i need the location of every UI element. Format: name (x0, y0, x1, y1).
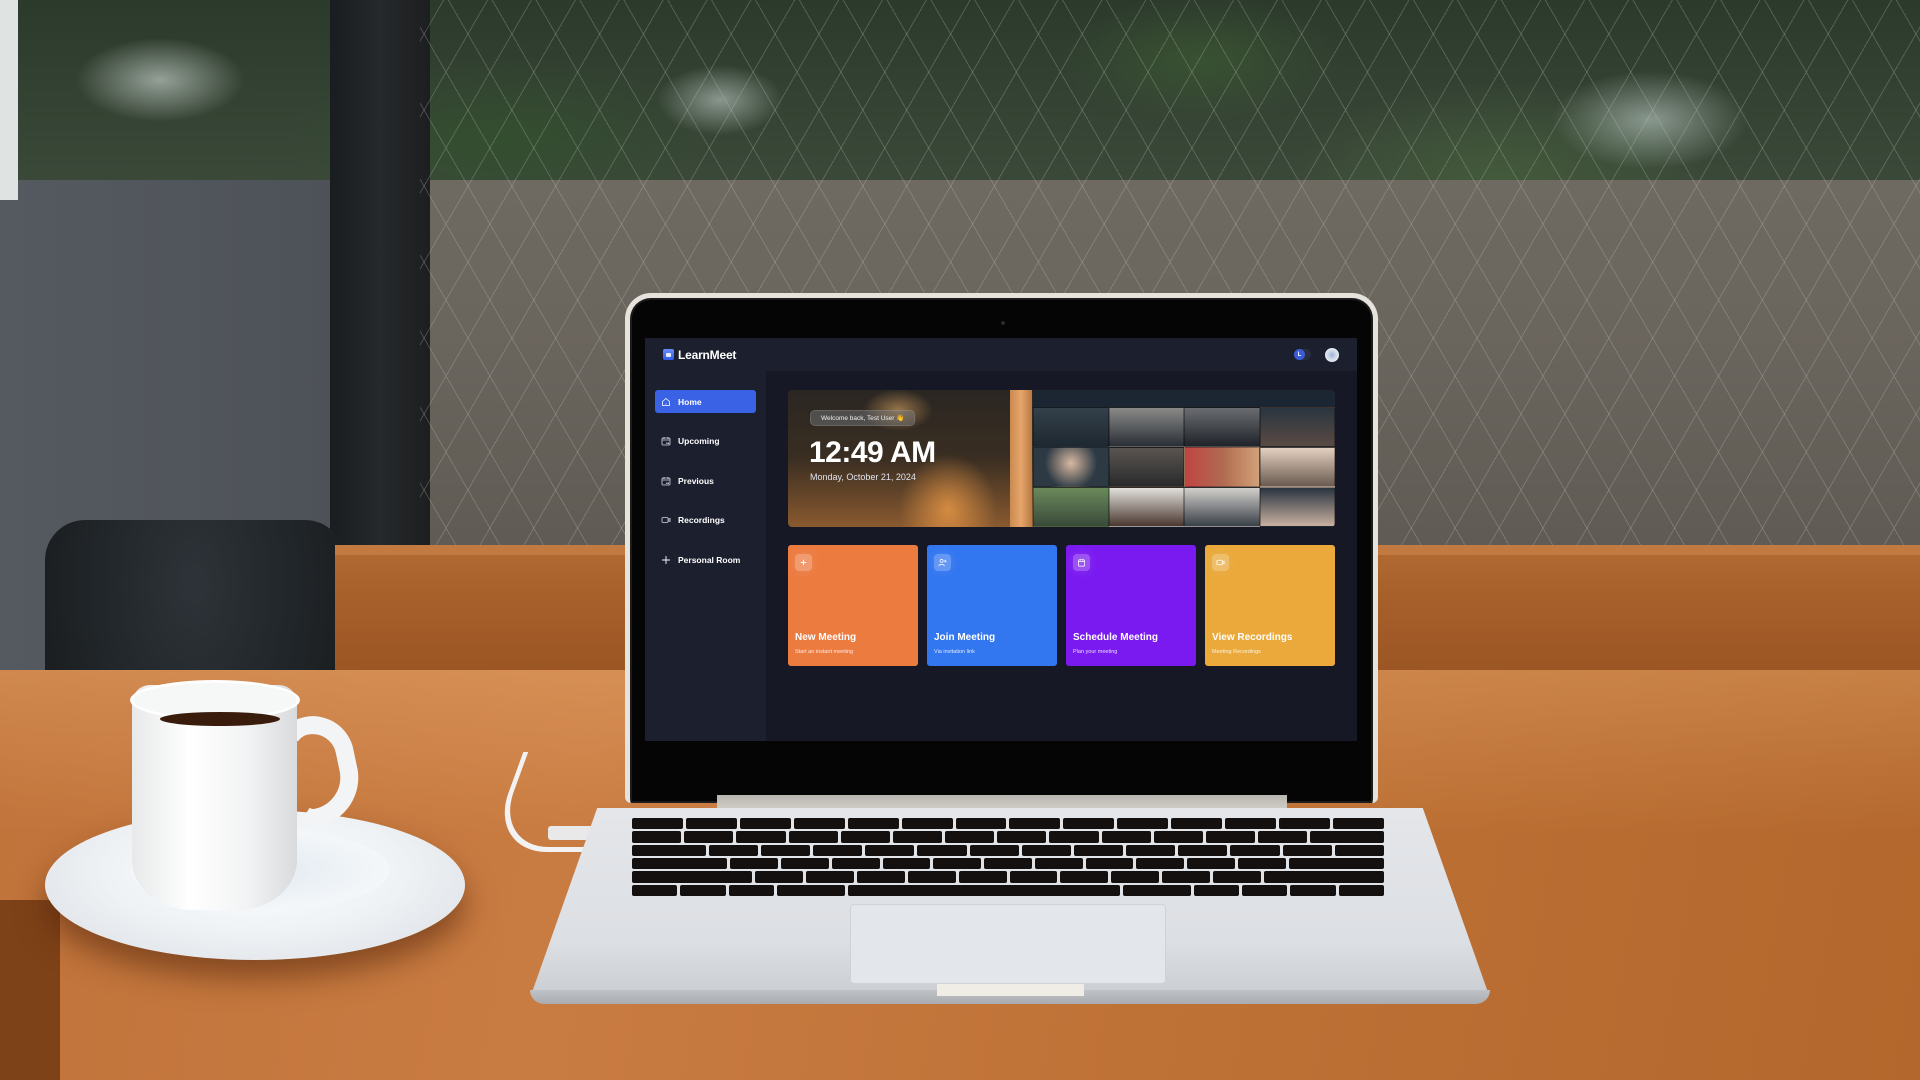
calendar-icon (1073, 554, 1090, 571)
background-window-frame (330, 0, 430, 560)
video-icon (661, 515, 671, 525)
welcome-badge: Welcome back, Test User 👋 (810, 410, 916, 426)
video-tile (1184, 487, 1260, 527)
video-tile (1184, 447, 1260, 487)
user-menu-button[interactable]: L (1294, 349, 1311, 360)
logo-icon (663, 349, 674, 360)
sidebar-item-home[interactable]: Home (655, 390, 756, 413)
clock-date: Monday, October 21, 2024 (810, 472, 916, 482)
calendar-back-icon (661, 476, 671, 486)
schedule-meeting-card[interactable]: Schedule Meeting Plan your meeting (1066, 545, 1196, 666)
sidebar-item-recordings[interactable]: Recordings (655, 509, 756, 532)
sidebar-item-label: Upcoming (678, 436, 720, 446)
sidebar-item-label: Home (678, 396, 702, 407)
video-tile (1033, 447, 1109, 487)
card-title: New Meeting (795, 632, 857, 643)
sidebar-item-upcoming[interactable]: Upcoming (655, 430, 756, 453)
home-icon (661, 397, 671, 407)
card-subtitle: Start an instant meeting (795, 649, 854, 655)
sidebar-item-label: Personal Room (678, 554, 741, 565)
background-window-light (0, 0, 18, 200)
video-tile (1259, 447, 1335, 487)
main-content: Welcome back, Test User 👋 12:49 AM Monda… (766, 371, 1357, 741)
video-call-grid (1033, 407, 1335, 527)
coffee (160, 712, 280, 726)
card-subtitle: Via invitation link (934, 649, 975, 655)
user-initial-badge: L (1294, 349, 1305, 360)
card-subtitle: Meeting Recordings (1212, 649, 1261, 655)
video-tile (1108, 407, 1184, 447)
card-title: Join Meeting (934, 632, 996, 643)
table-edge (0, 900, 60, 1080)
calendar-forward-icon (661, 436, 671, 446)
video-icon (1212, 554, 1229, 571)
app-name: LearnMeet (678, 347, 737, 362)
join-meeting-card[interactable]: Join Meeting Via invitation link (927, 545, 1057, 666)
sidebar-item-personal-room[interactable]: Personal Room (655, 548, 756, 571)
action-cards: New Meeting Start an instant meeting Joi… (788, 545, 1335, 666)
hero-banner: Welcome back, Test User 👋 12:49 AM Monda… (788, 390, 1335, 527)
plus-icon (661, 555, 671, 565)
video-tile (1033, 407, 1109, 447)
view-recordings-card[interactable]: View Recordings Meeting Recordings (1205, 545, 1335, 666)
video-tile (1259, 487, 1335, 527)
laptop-screen: LearnMeet L Home Upcoming Previous Recor… (645, 338, 1357, 741)
trackpad (850, 904, 1166, 984)
user-avatar-icon[interactable] (1325, 347, 1339, 362)
clock-time: 12:49 AM (809, 436, 936, 469)
sidebar: Home Upcoming Previous Recordings Person… (645, 371, 766, 741)
plus-icon (795, 554, 812, 571)
sidebar-item-label: Recordings (678, 515, 725, 525)
card-title: View Recordings (1212, 632, 1293, 643)
webcam (1001, 321, 1005, 325)
app-header: LearnMeet L (645, 338, 1357, 371)
video-tile (1033, 487, 1109, 527)
sidebar-item-label: Previous (678, 475, 714, 486)
video-tile (1259, 407, 1335, 447)
video-tile (1108, 487, 1184, 527)
card-title: Schedule Meeting (1073, 632, 1159, 643)
video-tile (1184, 407, 1260, 447)
brand-logo[interactable]: LearnMeet (663, 348, 736, 362)
keyboard (632, 818, 1385, 896)
video-tile (1108, 447, 1184, 487)
card-subtitle: Plan your meeting (1073, 649, 1118, 655)
new-meeting-card[interactable]: New Meeting Start an instant meeting (788, 545, 918, 666)
user-add-icon (934, 554, 951, 571)
sidebar-item-previous[interactable]: Previous (655, 469, 756, 492)
hero-photo-frame (1010, 390, 1032, 527)
